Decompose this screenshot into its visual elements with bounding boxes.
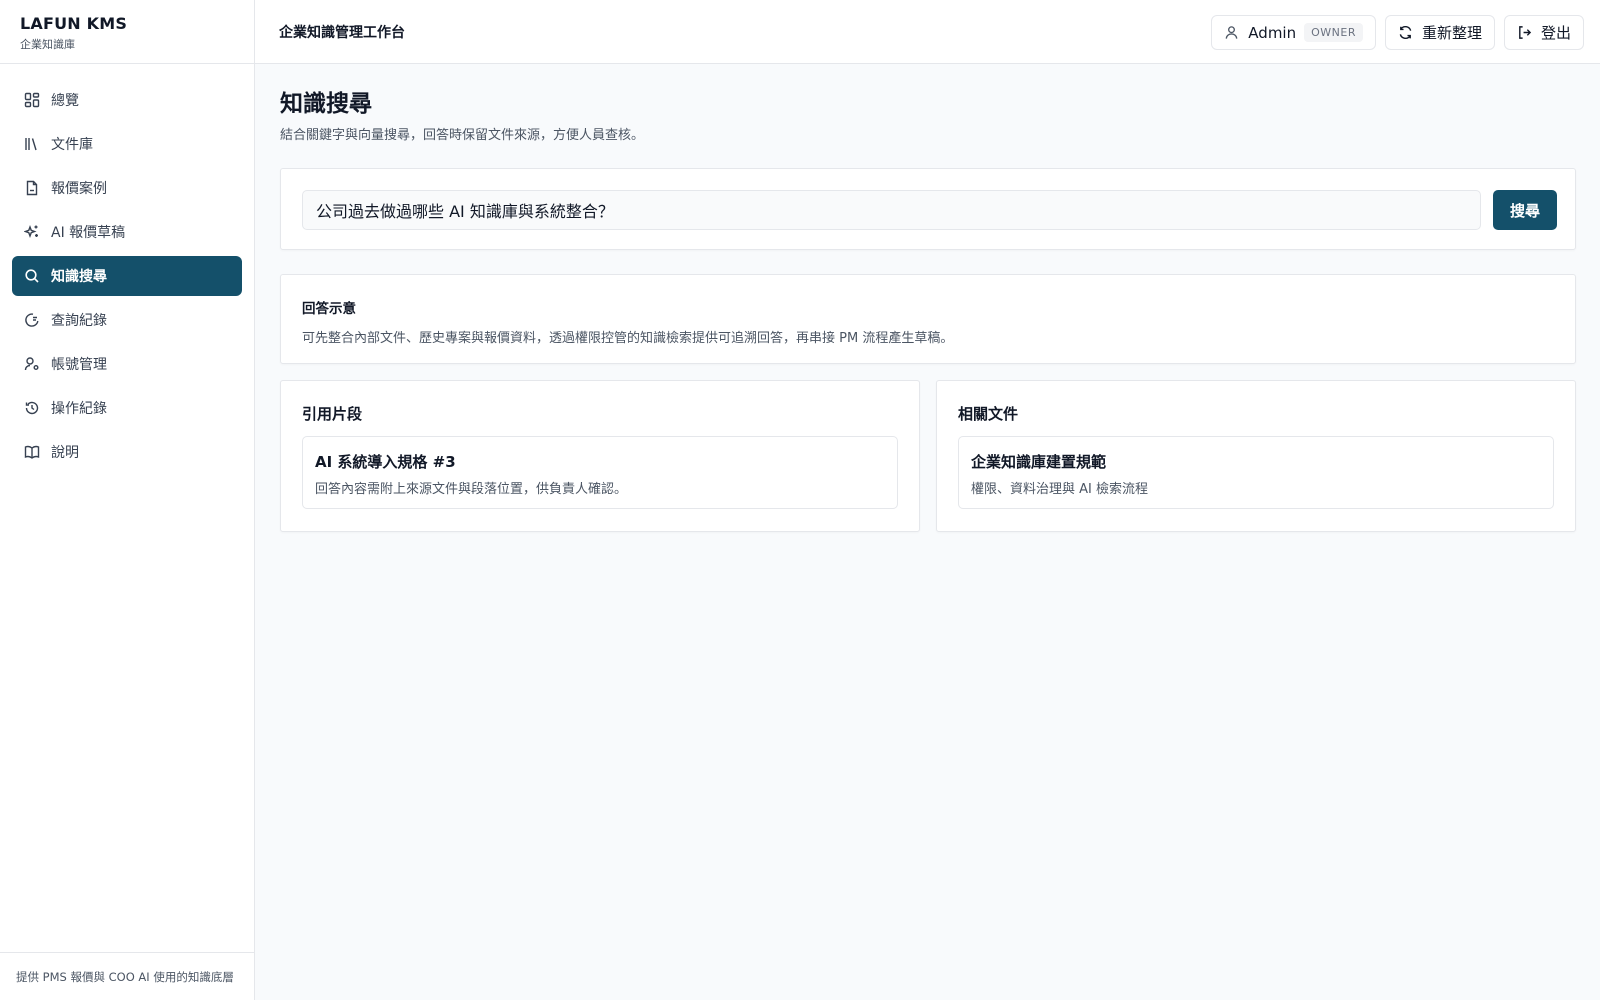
sidebar-item-library[interactable]: 文件庫 <box>12 124 242 164</box>
user-name: Admin <box>1248 23 1297 42</box>
sidebar-item-label: 總覽 <box>51 93 79 109</box>
sidebar-item-activity-log[interactable]: 操作紀錄 <box>12 388 242 428</box>
search-card: 搜尋 <box>280 168 1576 250</box>
file-icon <box>24 180 40 196</box>
citation-item[interactable]: AI 系統導入規格 #3 回答內容需附上來源文件與段落位置，供負責人確認。 <box>302 436 898 509</box>
brand-title: LAFUN KMS <box>20 14 128 33</box>
page-title: 知識搜尋 <box>280 91 372 117</box>
sidebar-item-label: 報價案例 <box>51 181 107 197</box>
library-icon <box>24 136 40 152</box>
logout-icon <box>1519 26 1532 39</box>
role-badge: OWNER <box>1304 23 1363 42</box>
answer-title: 回答示意 <box>302 301 356 317</box>
sidebar-item-quote-cases[interactable]: 報價案例 <box>12 168 242 208</box>
refresh-button[interactable]: 重新整理 <box>1384 15 1495 50</box>
answer-card: 回答示意 可先整合內部文件、歷史專案與報價資料，透過權限控管的知識檢索提供可追溯… <box>280 274 1576 364</box>
dashboard-icon <box>24 92 40 108</box>
user-settings-icon <box>24 356 40 372</box>
sidebar-item-query-log[interactable]: 查詢紀錄 <box>12 300 242 340</box>
sidebar-item-ai-draft[interactable]: AI 報價草稿 <box>12 212 242 252</box>
related-doc-desc: 權限、資料治理與 AI 檢索流程 <box>971 482 1148 497</box>
sidebar-item-label: 文件庫 <box>51 137 93 153</box>
sidebar-item-label: AI 報價草稿 <box>51 225 126 241</box>
history-icon <box>24 400 40 416</box>
sidebar-nav: 總覽 文件庫 報價案例 AI 報價草稿 知識搜尋 查詢紀錄 帳號管理 操作紀錄 … <box>0 64 254 472</box>
book-icon <box>24 444 40 460</box>
search-icon <box>24 268 40 284</box>
page-description: 結合關鍵字與向量搜尋，回答時保留文件來源，方便人員查核。 <box>280 128 645 143</box>
sidebar-item-accounts[interactable]: 帳號管理 <box>12 344 242 384</box>
citations-panel: 引用片段 AI 系統導入規格 #3 回答內容需附上來源文件與段落位置，供負責人確… <box>280 380 920 532</box>
top-bar: 企業知識管理工作台 Admin OWNER 重新整理 登出 <box>255 0 1600 64</box>
main-content: 知識搜尋 結合關鍵字與向量搜尋，回答時保留文件來源，方便人員查核。 搜尋 回答示… <box>280 88 1576 532</box>
refresh-icon <box>1399 25 1412 40</box>
sidebar-item-help[interactable]: 說明 <box>12 432 242 472</box>
brand-subtitle: 企業知識庫 <box>20 38 75 51</box>
user-menu-button[interactable]: Admin OWNER <box>1211 15 1376 50</box>
logout-label: 登出 <box>1540 24 1571 42</box>
related-docs-panel: 相關文件 企業知識庫建置規範 權限、資料治理與 AI 檢索流程 <box>936 380 1576 532</box>
related-doc-item[interactable]: 企業知識庫建置規範 權限、資料治理與 AI 檢索流程 <box>958 436 1554 509</box>
sidebar-footer: 提供 PMS 報價與 COO AI 使用的知識底層 <box>0 952 254 1000</box>
answer-text: 可先整合內部文件、歷史專案與報價資料，透過權限控管的知識檢索提供可追溯回答，再串… <box>302 331 954 346</box>
sidebar-item-label: 查詢紀錄 <box>51 313 107 329</box>
citation-desc: 回答內容需附上來源文件與段落位置，供負責人確認。 <box>315 482 628 497</box>
brand: LAFUN KMS 企業知識庫 <box>0 0 254 64</box>
search-input[interactable] <box>302 190 1481 230</box>
sidebar: LAFUN KMS 企業知識庫 總覽 文件庫 報價案例 AI 報價草稿 知識搜尋… <box>0 0 255 1000</box>
sparkles-icon <box>24 224 40 240</box>
top-actions: Admin OWNER 重新整理 登出 <box>1211 15 1584 50</box>
sidebar-item-label: 知識搜尋 <box>51 269 107 285</box>
query-log-icon <box>24 312 40 328</box>
sidebar-item-overview[interactable]: 總覽 <box>12 80 242 120</box>
citations-title: 引用片段 <box>302 405 363 423</box>
related-doc-title: 企業知識庫建置規範 <box>971 453 1107 471</box>
app-root: LAFUN KMS 企業知識庫 總覽 文件庫 報價案例 AI 報價草稿 知識搜尋… <box>0 0 1600 1000</box>
refresh-label: 重新整理 <box>1421 24 1482 42</box>
sidebar-item-knowledge-search[interactable]: 知識搜尋 <box>12 256 242 296</box>
sidebar-item-label: 操作紀錄 <box>51 401 107 417</box>
sidebar-item-label: 說明 <box>51 445 79 461</box>
logout-button[interactable]: 登出 <box>1503 15 1584 50</box>
citation-title: AI 系統導入規格 #3 <box>315 453 456 471</box>
sidebar-item-label: 帳號管理 <box>51 357 107 373</box>
search-button[interactable]: 搜尋 <box>1493 190 1557 230</box>
workspace-title: 企業知識管理工作台 <box>279 25 405 41</box>
related-docs-title: 相關文件 <box>958 405 1019 423</box>
user-icon <box>1225 26 1238 39</box>
